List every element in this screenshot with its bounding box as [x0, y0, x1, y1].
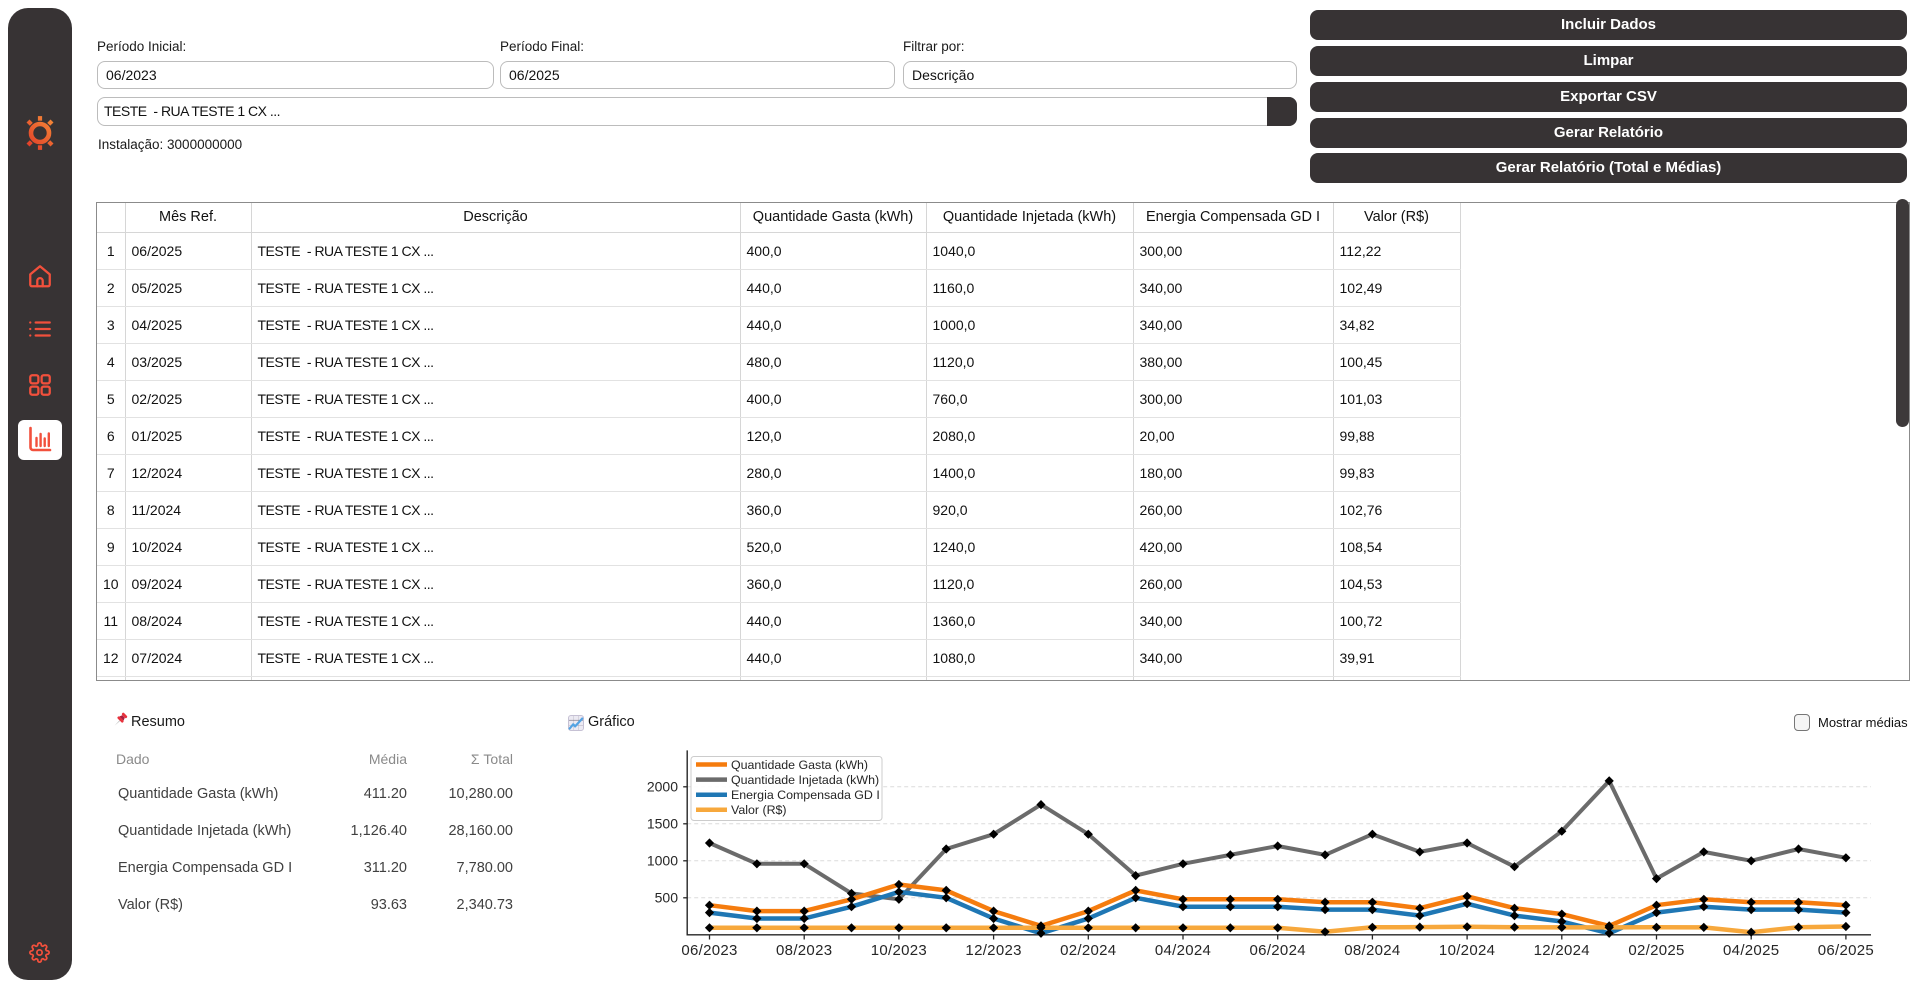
svg-text:08/2024: 08/2024: [1344, 942, 1400, 959]
svg-text:Energia Compensada GD I: Energia Compensada GD I: [731, 788, 880, 802]
svg-text:02/2025: 02/2025: [1628, 942, 1684, 959]
svg-text:06/2024: 06/2024: [1250, 942, 1306, 959]
svg-text:08/2023: 08/2023: [776, 942, 832, 959]
svg-text:12/2023: 12/2023: [965, 942, 1021, 959]
svg-text:04/2024: 04/2024: [1155, 942, 1211, 959]
svg-text:10/2023: 10/2023: [871, 942, 927, 959]
svg-text:Quantidade Injetada (kWh): Quantidade Injetada (kWh): [731, 773, 879, 787]
svg-text:06/2025: 06/2025: [1818, 942, 1874, 959]
svg-text:1500: 1500: [647, 816, 678, 832]
svg-text:04/2025: 04/2025: [1723, 942, 1779, 959]
svg-text:2000: 2000: [647, 779, 678, 795]
svg-text:500: 500: [655, 890, 679, 906]
svg-text:Valor (R$): Valor (R$): [731, 803, 787, 817]
svg-text:10/2024: 10/2024: [1439, 942, 1495, 959]
svg-text:1000: 1000: [647, 853, 678, 869]
svg-text:02/2024: 02/2024: [1060, 942, 1116, 959]
svg-text:06/2023: 06/2023: [681, 942, 737, 959]
svg-text:Quantidade Gasta (kWh): Quantidade Gasta (kWh): [731, 758, 868, 772]
svg-text:12/2024: 12/2024: [1534, 942, 1590, 959]
